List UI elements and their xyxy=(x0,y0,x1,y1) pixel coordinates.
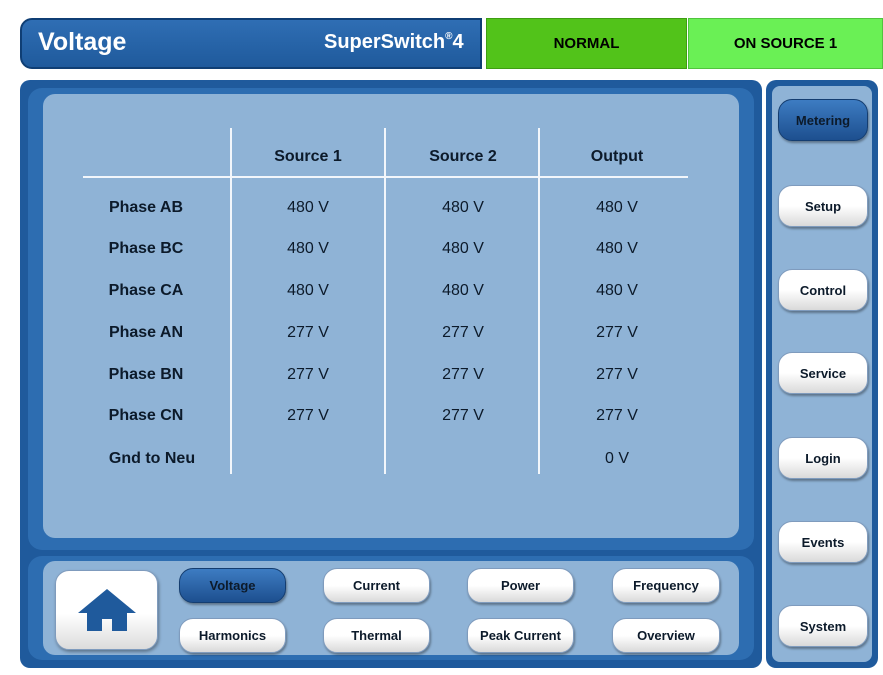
home-icon xyxy=(75,587,139,633)
source-1-value: 480 V xyxy=(287,240,329,257)
source-1-value: 277 V xyxy=(287,366,329,383)
page-title: Voltage xyxy=(38,28,127,56)
nav-voltage-button[interactable]: Voltage xyxy=(179,568,286,603)
output-value: 480 V xyxy=(596,282,638,299)
side-metering-button[interactable]: Metering xyxy=(778,99,868,141)
table-divider xyxy=(230,128,232,474)
table-header-rule xyxy=(83,176,688,178)
output-value: 0 V xyxy=(604,450,629,467)
status-mode-badge: NORMAL xyxy=(486,18,687,69)
home-button[interactable] xyxy=(55,570,158,650)
table-divider xyxy=(538,128,540,474)
row-label: Gnd to Neu xyxy=(108,450,196,467)
source-2-value: 277 V xyxy=(442,324,484,341)
nav-harmonics-button[interactable]: Harmonics xyxy=(179,618,286,653)
side-events-button[interactable]: Events xyxy=(778,521,868,563)
status-source-badge: ON SOURCE 1 xyxy=(688,18,883,69)
table-divider xyxy=(384,128,386,474)
side-service-button[interactable]: Service xyxy=(778,352,868,394)
row-label: Phase CA xyxy=(108,282,184,299)
nav-peak-current-button[interactable]: Peak Current xyxy=(467,618,574,653)
source-1-value: 277 V xyxy=(287,324,329,341)
row-label: Phase AB xyxy=(108,199,184,216)
nav-frequency-button[interactable]: Frequency xyxy=(612,568,720,603)
side-control-button[interactable]: Control xyxy=(778,269,868,311)
side-setup-button[interactable]: Setup xyxy=(778,185,868,227)
row-label: Phase BC xyxy=(108,240,184,257)
output-value: 480 V xyxy=(596,240,638,257)
column-header-source-1: Source 1 xyxy=(274,148,342,165)
output-value: 277 V xyxy=(596,324,638,341)
source-2-value: 277 V xyxy=(442,366,484,383)
output-value: 277 V xyxy=(596,407,638,424)
row-label: Phase CN xyxy=(108,407,184,424)
column-header-source-2: Source 2 xyxy=(429,148,497,165)
row-label: Phase BN xyxy=(108,366,184,383)
nav-overview-button[interactable]: Overview xyxy=(612,618,720,653)
source-2-value: 480 V xyxy=(442,240,484,257)
nav-thermal-button[interactable]: Thermal xyxy=(323,618,430,653)
side-system-button[interactable]: System xyxy=(778,605,868,647)
output-value: 480 V xyxy=(596,199,638,216)
source-2-value: 277 V xyxy=(442,407,484,424)
side-login-button[interactable]: Login xyxy=(778,437,868,479)
source-1-value: 480 V xyxy=(287,282,329,299)
row-label: Phase AN xyxy=(108,324,184,341)
source-1-value: 277 V xyxy=(287,407,329,424)
source-1-value: 480 V xyxy=(287,199,329,216)
source-2-value: 480 V xyxy=(442,199,484,216)
column-header-output: Output xyxy=(590,148,644,165)
source-2-value: 480 V xyxy=(442,282,484,299)
output-value: 277 V xyxy=(596,366,638,383)
nav-current-button[interactable]: Current xyxy=(323,568,430,603)
product-name: SuperSwitch®4 xyxy=(324,31,464,53)
nav-power-button[interactable]: Power xyxy=(467,568,574,603)
